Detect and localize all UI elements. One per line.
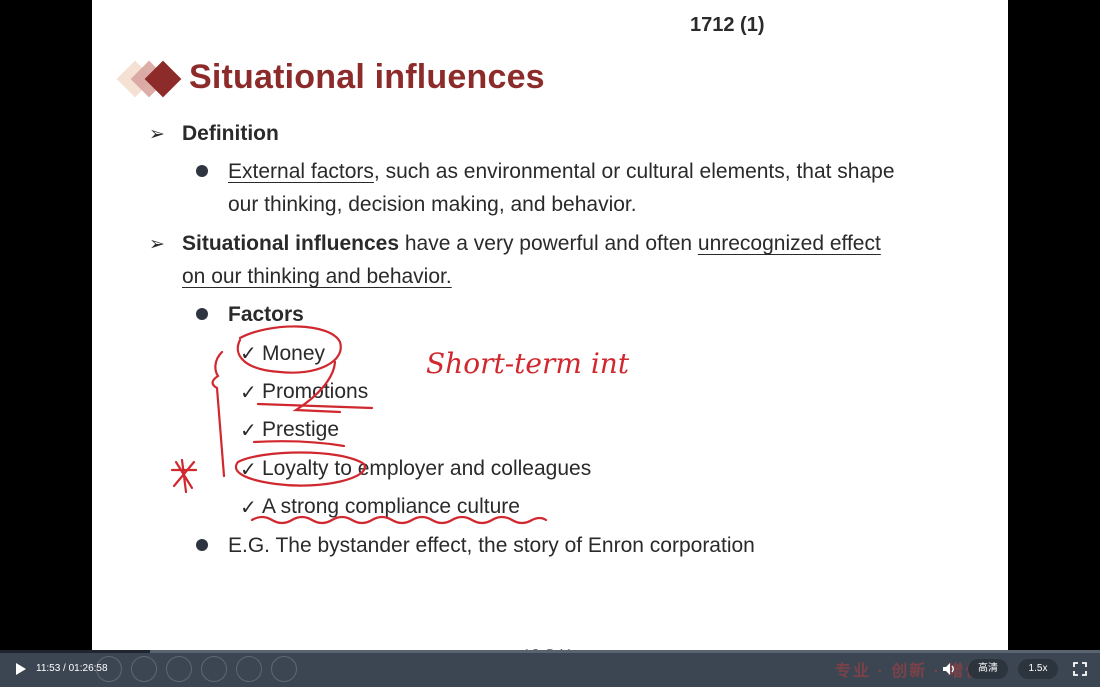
arrow-bullet-icon: ➢ <box>149 124 165 145</box>
play-icon[interactable] <box>12 661 28 677</box>
progress-track[interactable] <box>0 650 1100 653</box>
situational-bold: Situational influences <box>182 232 400 255</box>
progress-fill <box>0 650 151 653</box>
faded-tool-icon <box>96 656 122 682</box>
faded-toolbar <box>96 656 306 685</box>
check-icon: ✓ <box>240 420 257 442</box>
situational-underline-2: on our thinking and behavior. <box>182 265 452 288</box>
example-text: E.G. The bystander effect, the story of … <box>228 534 755 557</box>
factor-item: A strong compliance culture <box>262 495 520 518</box>
slide: 1712 (1) Situational influences ➢ Defini… <box>92 0 1008 650</box>
slide-id-label: 1712 (1) <box>690 14 765 36</box>
dot-bullet-icon <box>196 539 208 551</box>
faded-tool-icon <box>271 656 297 682</box>
factor-item: Promotions <box>262 380 369 403</box>
definition-line2: our thinking, decision making, and behav… <box>228 193 637 216</box>
fullscreen-icon[interactable] <box>1072 661 1088 677</box>
definition-label: Definition <box>182 122 279 145</box>
check-icon: ✓ <box>240 382 257 404</box>
check-icon: ✓ <box>240 459 257 481</box>
arrow-bullet-icon: ➢ <box>149 234 165 255</box>
video-stage[interactable]: 1712 (1) Situational influences ➢ Defini… <box>0 0 1100 665</box>
volume-icon[interactable] <box>941 661 957 677</box>
dot-bullet-icon <box>196 308 208 320</box>
external-factors-text: External factors <box>228 160 374 183</box>
factor-item: Loyalty to employer and colleagues <box>262 457 592 480</box>
check-icon: ✓ <box>240 497 257 519</box>
faded-tool-icon <box>166 656 192 682</box>
definition-line1-rest: , such as environmental or cultural elem… <box>373 160 895 183</box>
dot-bullet-icon <box>196 165 208 177</box>
faded-tool-icon <box>201 656 227 682</box>
factors-label: Factors <box>228 303 304 326</box>
player-controls: 11:53 / 01:26:58 专业 · 创新 · 增值 高清 1.5x <box>0 650 1100 687</box>
factor-item: Prestige <box>262 418 340 441</box>
faded-tool-icon <box>236 656 262 682</box>
situational-underline-1: unrecognized effect <box>697 232 881 255</box>
situational-mid: have a very powerful and often <box>399 232 698 255</box>
slide-title: Situational influences <box>189 58 545 96</box>
check-icon: ✓ <box>240 343 257 365</box>
quality-button[interactable]: 高清 <box>968 659 1008 679</box>
watermark-text: 专业 · 创新 · 增值 <box>835 663 984 680</box>
situational-text: Situational influences have a very power… <box>182 227 962 293</box>
definition-text: External factors, such as environmental … <box>228 155 968 221</box>
faded-tool-icon <box>131 656 157 682</box>
diamond-logo-icon <box>116 60 182 98</box>
factor-item: Money <box>262 342 326 365</box>
speed-button[interactable]: 1.5x <box>1018 659 1058 679</box>
